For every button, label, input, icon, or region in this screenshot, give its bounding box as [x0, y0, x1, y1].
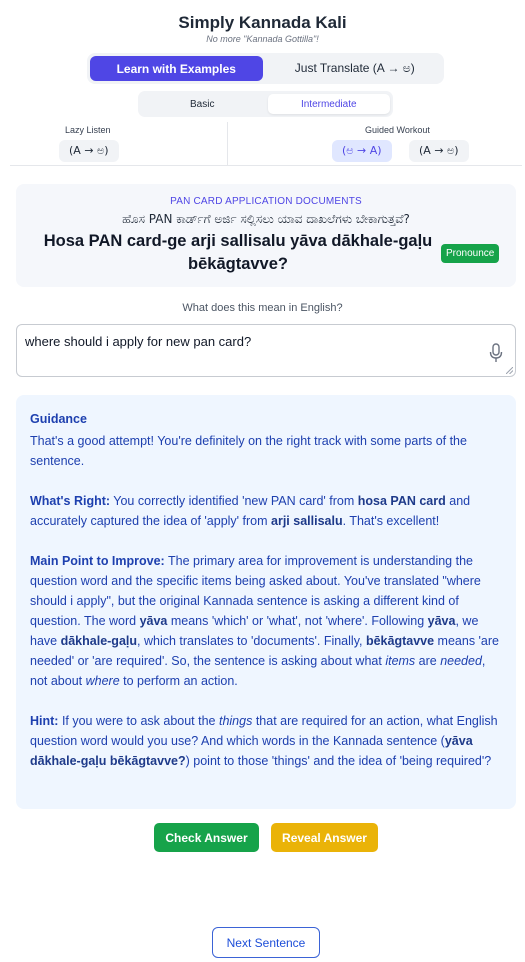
- pronounce-button[interactable]: Pronounce: [441, 244, 500, 263]
- whats-right-label: What's Right:: [30, 494, 111, 508]
- emphasis-term: where: [85, 674, 120, 688]
- emphasis-term: things: [218, 714, 253, 728]
- kannada-sentence: ಹೊಸ PAN ಕಾರ್ಡ್‌ಗೆ ಅರ್ಜಿ ಸಲ್ಲಿಸಲು ಯಾವ ದಾಖ…: [122, 212, 410, 226]
- practice-modes: Lazy Listen (A → ಅ) Guided Workout (ಅ → …: [10, 122, 522, 166]
- check-answer-button[interactable]: Check Answer: [154, 823, 259, 852]
- guidance-intro: That's a good attempt! You're definitely…: [30, 434, 467, 468]
- guidance-hint: Hint: If you were to ask about the thing…: [30, 711, 502, 771]
- microphone-icon[interactable]: [489, 343, 503, 363]
- guided-kannada-to-english-button[interactable]: (ಅ → A): [332, 140, 392, 162]
- highlight-term: bēkāgtavve: [365, 634, 435, 648]
- reveal-answer-button[interactable]: Reveal Answer: [271, 823, 378, 852]
- transliteration: Hosa PAN card-ge arji sallisalu yāva dāk…: [43, 232, 433, 273]
- next-sentence-button[interactable]: Next Sentence: [212, 927, 320, 958]
- mode-switch: Learn with Examples Just Translate (A → …: [87, 53, 444, 84]
- basic-level-button[interactable]: Basic: [141, 94, 264, 114]
- resize-grip-icon[interactable]: [506, 367, 513, 374]
- learn-with-examples-button[interactable]: Learn with Examples: [90, 56, 263, 81]
- emphasis-term: needed: [440, 654, 482, 668]
- sentence-category: PAN CARD APPLICATION DOCUMENTS: [170, 196, 362, 207]
- just-translate-button[interactable]: Just Translate (A → ಅ): [269, 56, 442, 81]
- guidance-whats-right: What's Right: You correctly identified '…: [30, 491, 502, 531]
- app-header: Simply Kannada Kali No more "Kannada Got…: [0, 0, 525, 44]
- guidance-panel: Guidance That's a good attempt! You're d…: [16, 395, 516, 809]
- highlight-term: hosa PAN card: [357, 494, 446, 508]
- highlight-term: yāva: [427, 614, 456, 628]
- guidance-text: You correctly identified 'new PAN card' …: [110, 494, 358, 508]
- highlight-term: yāva: [139, 614, 168, 628]
- guidance-text: ) point to those 'things' and the idea o…: [185, 754, 492, 768]
- lazy-listen-button[interactable]: (A → ಅ): [59, 140, 119, 162]
- answer-text[interactable]: where should i apply for new pan card?: [25, 334, 251, 349]
- guidance-text: means 'which' or 'what', not 'where'. Fo…: [167, 614, 428, 628]
- hint-label: Hint:: [30, 714, 59, 728]
- sentence-card: PAN CARD APPLICATION DOCUMENTS ಹೊಸ PAN ಕ…: [16, 184, 516, 287]
- guided-workout-section: Guided Workout (ಅ → A) (A → ಅ): [228, 122, 522, 165]
- guidance-title: Guidance: [30, 412, 87, 426]
- guided-workout-label: Guided Workout: [365, 125, 430, 135]
- highlight-term: arji sallisalu: [271, 514, 343, 528]
- answer-field[interactable]: where should i apply for new pan card?: [16, 324, 516, 377]
- app-title: Simply Kannada Kali: [178, 13, 347, 32]
- guidance-improve: Main Point to Improve: The primary area …: [30, 551, 502, 691]
- guided-english-to-kannada-button[interactable]: (A → ಅ): [409, 140, 469, 162]
- guidance-text: to perform an action.: [119, 674, 238, 688]
- guidance-text: If you were to ask about the: [58, 714, 219, 728]
- lazy-listen-section: Lazy Listen (A → ಅ): [10, 122, 228, 165]
- level-switch: Basic Intermediate: [138, 91, 393, 117]
- improve-label: Main Point to Improve:: [30, 554, 165, 568]
- lazy-listen-label: Lazy Listen: [65, 125, 111, 135]
- intermediate-level-button[interactable]: Intermediate: [267, 94, 390, 114]
- guidance-text: , which translates to 'documents'. Final…: [137, 634, 366, 648]
- app-tagline: No more "Kannada Gottilla"!: [206, 34, 319, 44]
- emphasis-term: items: [385, 654, 416, 668]
- guidance-text: are: [415, 654, 441, 668]
- translation-question: What does this mean in English?: [182, 302, 343, 314]
- guidance-text: . That's excellent!: [342, 514, 440, 528]
- highlight-term: dākhale-gaḷu: [60, 634, 138, 648]
